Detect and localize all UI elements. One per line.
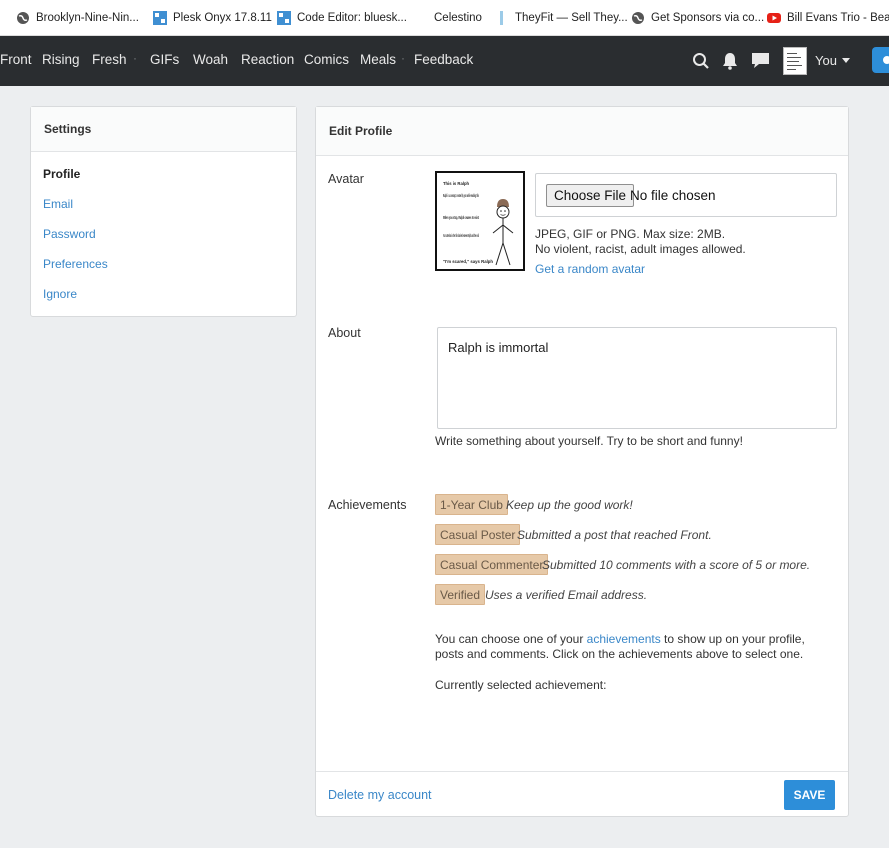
edit-profile-panel: Edit Profile Avatar This is Ralph Ralph … bbox=[315, 106, 849, 817]
achievement-badge-1-year-club[interactable]: 1-Year Club bbox=[435, 494, 508, 515]
nav-separator: · bbox=[133, 51, 137, 65]
achievement-desc: Submitted 10 comments with a score of 5 … bbox=[542, 558, 811, 572]
nav-rising[interactable]: Rising bbox=[42, 52, 80, 67]
random-avatar-link[interactable]: Get a random avatar bbox=[535, 262, 645, 276]
nav-comics[interactable]: Comics bbox=[304, 52, 349, 67]
save-button[interactable]: SAVE bbox=[784, 780, 835, 810]
bookmark-label: TheyFit — Sell They... bbox=[515, 11, 628, 24]
bookmark-item[interactable]: Bill Evans Trio - Bea... bbox=[767, 0, 889, 35]
avatar-image-line-4: Your attention is the thin barrier betwe… bbox=[443, 233, 479, 238]
achievements-info: You can choose one of your achievements … bbox=[435, 632, 825, 662]
post-button[interactable] bbox=[872, 47, 889, 73]
avatar-image-line-2: Ralph is a concept, created by you while… bbox=[443, 193, 479, 198]
choose-file-button[interactable]: Choose File bbox=[546, 184, 635, 207]
settings-link-preferences[interactable]: Preferences bbox=[43, 257, 108, 271]
top-navigation: Front Rising Fresh · GIFs Woah Reaction … bbox=[0, 36, 889, 86]
settings-link-ignore[interactable]: Ignore bbox=[43, 287, 77, 301]
settings-title: Settings bbox=[31, 107, 296, 152]
avatar-image-line-3: When you stop, Ralph ceases to exist bbox=[443, 215, 479, 220]
globe-icon bbox=[631, 11, 645, 25]
bookmark-item[interactable]: Brooklyn-Nine-Nin... bbox=[16, 0, 139, 35]
avatar-hint-format: JPEG, GIF or PNG. Max size: 2MB. bbox=[535, 227, 726, 241]
delete-account-link[interactable]: Delete my account bbox=[328, 788, 432, 802]
nav-meals[interactable]: Meals bbox=[360, 52, 396, 67]
nav-gifs[interactable]: GIFs bbox=[150, 52, 179, 67]
bookmark-label: Brooklyn-Nine-Nin... bbox=[36, 11, 139, 24]
about-hint: Write something about yourself. Try to b… bbox=[435, 434, 743, 448]
avatar-file-input[interactable]: Choose File No file chosen bbox=[535, 173, 837, 217]
achievement-desc: Keep up the good work! bbox=[506, 498, 633, 512]
bookmark-item[interactable]: Code Editor: bluesk... bbox=[277, 0, 407, 35]
nav-reaction[interactable]: Reaction bbox=[241, 52, 294, 67]
about-label: About bbox=[328, 326, 361, 340]
avatar-label: Avatar bbox=[328, 172, 364, 186]
nav-front[interactable]: Front bbox=[0, 52, 32, 67]
achievement-desc: Uses a verified Email address. bbox=[485, 588, 648, 602]
bell-icon[interactable] bbox=[719, 50, 741, 72]
avatar-image-line-1: This is Ralph bbox=[443, 181, 470, 186]
bookmark-item[interactable]: Get Sponsors via co... bbox=[631, 0, 764, 35]
achievement-badge-verified[interactable]: Verified bbox=[435, 584, 486, 605]
bookmark-item[interactable]: TheyFit — Sell They... bbox=[495, 0, 628, 35]
chat-icon[interactable] bbox=[749, 50, 771, 72]
settings-link-password[interactable]: Password bbox=[43, 227, 96, 241]
settings-link-email[interactable]: Email bbox=[43, 197, 73, 211]
nav-separator: · bbox=[401, 51, 405, 65]
avatar-image: This is Ralph Ralph is a concept, create… bbox=[435, 171, 525, 271]
bookmark-label: Bill Evans Trio - Bea... bbox=[787, 11, 889, 24]
avatar[interactable] bbox=[783, 47, 807, 75]
user-menu-label[interactable]: You bbox=[815, 53, 837, 68]
achievements-info-text: You can choose one of your bbox=[435, 632, 587, 646]
crescent-icon bbox=[414, 11, 428, 25]
nav-feedback[interactable]: Feedback bbox=[414, 52, 473, 67]
edit-profile-title: Edit Profile bbox=[316, 107, 848, 156]
bookmark-label: Get Sponsors via co... bbox=[651, 11, 765, 24]
achievements-label: Achievements bbox=[328, 498, 407, 512]
file-status: No file chosen bbox=[630, 188, 716, 203]
nav-fresh[interactable]: Fresh bbox=[92, 52, 127, 67]
bookmark-label: Plesk Onyx 17.8.11 bbox=[173, 11, 272, 24]
bookmark-label: Celestino bbox=[434, 11, 482, 24]
edit-profile-footer: Delete my account SAVE bbox=[316, 771, 848, 817]
achievements-link[interactable]: achievements bbox=[587, 632, 661, 646]
settings-link-profile[interactable]: Profile bbox=[43, 167, 80, 181]
selected-achievement: Currently selected achievement: bbox=[435, 678, 607, 692]
youtube-icon bbox=[767, 11, 781, 25]
nav-woah[interactable]: Woah bbox=[193, 52, 228, 67]
achievement-desc: Submitted a post that reached Front. bbox=[517, 528, 712, 542]
avatar-hint-content: No violent, racist, adult images allowed… bbox=[535, 242, 746, 256]
chevron-down-icon[interactable] bbox=[842, 58, 850, 63]
plesk-icon bbox=[153, 10, 167, 25]
search-icon[interactable] bbox=[690, 50, 712, 72]
achievement-badge-casual-commenter[interactable]: Casual Commenter bbox=[435, 554, 549, 575]
bookmarks-bar: Brooklyn-Nine-Nin... Plesk Onyx 17.8.11 … bbox=[0, 0, 889, 36]
plesk-icon bbox=[277, 10, 291, 25]
bar-icon bbox=[495, 10, 509, 25]
settings-menu: Settings Profile Email Password Preferen… bbox=[30, 106, 297, 317]
bookmark-item[interactable]: Plesk Onyx 17.8.11 bbox=[153, 0, 272, 35]
globe-icon bbox=[16, 11, 30, 25]
bookmark-item[interactable]: Celestino bbox=[414, 0, 482, 35]
bookmark-label: Code Editor: bluesk... bbox=[297, 11, 407, 24]
avatar-image-line-5: "I'm scared," says Ralph bbox=[443, 259, 493, 264]
achievement-badge-casual-poster[interactable]: Casual Poster bbox=[435, 524, 521, 545]
about-textarea[interactable]: Ralph is immortal bbox=[437, 327, 837, 429]
